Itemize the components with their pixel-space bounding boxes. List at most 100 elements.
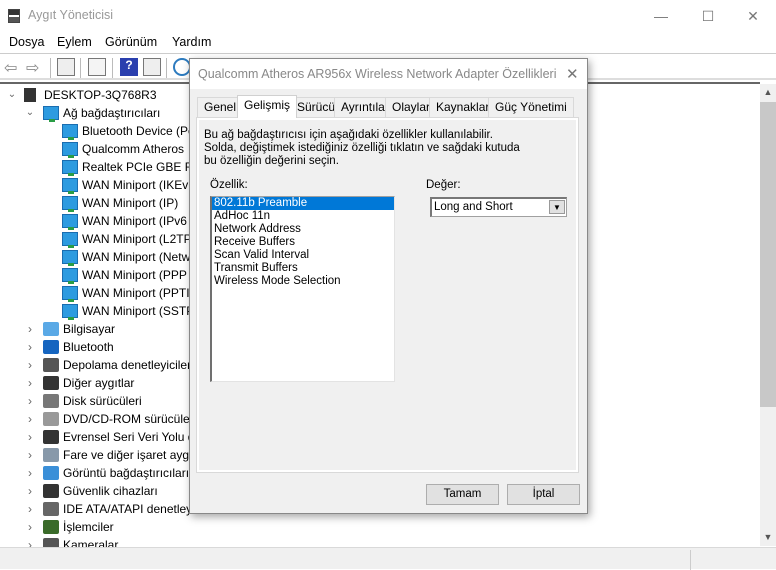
property-list-item[interactable]: 802.11b Preamble <box>212 197 394 210</box>
tree-item-device[interactable]: WAN Miniport (L2TP <box>0 230 192 248</box>
chevron-right-icon[interactable]: › <box>24 482 36 500</box>
tree-item-category[interactable]: › Fare ve diğer işaret aygıt <box>0 446 196 464</box>
close-button[interactable]: ✕ <box>730 0 776 32</box>
scrollbar-thumb[interactable] <box>760 102 776 407</box>
tree-root[interactable]: ⌄ DESKTOP-3Q768R3 <box>0 86 190 104</box>
menu-yardim[interactable]: Yardım <box>172 35 211 49</box>
title-bar: Aygıt Yöneticisi — ☐ ✕ <box>0 0 776 32</box>
scroll-up-icon[interactable]: ▲ <box>760 87 776 97</box>
chevron-right-icon[interactable]: › <box>24 338 36 356</box>
chevron-right-icon[interactable]: › <box>24 410 36 428</box>
tree-item-category[interactable]: › İşlemciler <box>0 518 190 536</box>
chevron-right-icon[interactable]: › <box>24 500 36 518</box>
tree-item-category[interactable]: › Diğer aygıtlar <box>0 374 190 392</box>
tree-item-device[interactable]: WAN Miniport (PPP <box>0 266 190 284</box>
tree-item-label: Evrensel Seri Veri Yolu de <box>63 430 202 444</box>
dialog-title: Qualcomm Atheros AR956x Wireless Network… <box>198 67 557 81</box>
value-dropdown[interactable]: Long and Short ▼ <box>430 197 567 217</box>
dialog-close-icon[interactable]: ✕ <box>566 65 579 83</box>
tree-root-label: DESKTOP-3Q768R3 <box>44 88 157 102</box>
chevron-down-icon[interactable]: ⌄ <box>6 86 18 104</box>
mouse-icon <box>43 448 59 462</box>
property-list-item[interactable]: Network Address <box>212 223 394 236</box>
chevron-right-icon[interactable]: › <box>24 518 36 536</box>
properties-icon[interactable] <box>88 58 106 76</box>
tree-item-device[interactable]: Bluetooth Device (Pe <box>0 122 195 140</box>
chevron-right-icon[interactable]: › <box>24 320 36 338</box>
tree-item-category[interactable]: › Disk sürücüleri <box>0 392 190 410</box>
tree-item-device[interactable]: WAN Miniport (Netw <box>0 248 190 266</box>
back-icon[interactable]: ⇦ <box>4 58 22 77</box>
chevron-right-icon[interactable]: › <box>24 356 36 374</box>
tree-item-category[interactable]: › Bluetooth <box>0 338 190 356</box>
property-list[interactable]: 802.11b Preamble AdHoc 11n Network Address… <box>210 196 395 382</box>
chevron-down-icon[interactable]: ⌄ <box>24 104 36 122</box>
chevron-right-icon[interactable]: › <box>24 428 36 446</box>
maximize-button[interactable]: ☐ <box>685 0 731 32</box>
chevron-down-icon[interactable]: ▼ <box>549 200 565 214</box>
menu-eylem[interactable]: Eylem <box>57 35 92 49</box>
tree-item-device[interactable]: WAN Miniport (SSTP <box>0 302 194 320</box>
tree-item-device[interactable]: Realtek PCIe GBE Far <box>0 158 203 176</box>
scroll-down-icon[interactable]: ▼ <box>760 532 776 542</box>
tree-item-category[interactable]: › Bilgisayar <box>0 320 190 338</box>
property-list-item[interactable]: Receive Buffers <box>212 236 394 249</box>
tree-item-label: WAN Miniport (L2TP <box>82 232 192 246</box>
cancel-button[interactable]: İptal <box>507 484 580 505</box>
network-adapter-icon <box>62 304 78 320</box>
chevron-right-icon[interactable]: › <box>24 374 36 392</box>
computer-icon <box>43 322 59 336</box>
tree-item-label: WAN Miniport (IPv6 <box>82 214 187 228</box>
tree-item-category[interactable]: › Güvenlik cihazları <box>0 482 190 500</box>
tree-item-label: İşlemciler <box>63 520 114 534</box>
status-divider <box>690 550 691 570</box>
chevron-right-icon[interactable]: › <box>24 446 36 464</box>
tree-item-category[interactable]: › IDE ATA/ATAPI denetley <box>0 500 192 518</box>
show-hide-console-tree-icon[interactable] <box>57 58 75 76</box>
network-adapter-icon <box>43 106 59 122</box>
network-adapter-icon <box>62 196 78 212</box>
tree-item-label: WAN Miniport (SSTP <box>82 304 195 318</box>
chevron-right-icon[interactable]: › <box>24 464 36 482</box>
device-manager-icon <box>8 9 20 23</box>
menu-dosya[interactable]: Dosya <box>9 35 44 49</box>
tree-item-category[interactable]: › DVD/CD-ROM sürücüler <box>0 410 194 428</box>
tree-item-category[interactable]: › Görüntü bağdaştırıcıları <box>0 464 190 482</box>
tree-item-label: Disk sürücüleri <box>63 394 142 408</box>
tab-guc-yonetimi[interactable]: Güç Yönetimi <box>488 97 574 117</box>
property-list-item[interactable]: Scan Valid Interval <box>212 249 394 262</box>
menu-gorunum[interactable]: Görünüm <box>105 35 157 49</box>
tree-item-device[interactable]: WAN Miniport (PPTI <box>0 284 190 302</box>
help-icon[interactable]: ? <box>120 58 138 76</box>
minimize-button[interactable]: — <box>638 0 684 32</box>
tree-item-device[interactable]: Qualcomm Atheros <box>0 140 190 158</box>
toolbar-separator <box>50 58 51 78</box>
forward-icon[interactable]: ⇨ <box>26 58 44 77</box>
chevron-right-icon[interactable]: › <box>24 392 36 410</box>
tree-item-device[interactable]: WAN Miniport (IP) <box>0 194 190 212</box>
value-dropdown-selected: Long and Short <box>434 201 513 213</box>
property-list-item[interactable]: AdHoc 11n <box>212 210 394 223</box>
ok-button[interactable]: Tamam <box>426 484 499 505</box>
disk-drive-icon <box>43 394 59 408</box>
tree-item-network-adapters[interactable]: ⌄ Ağ bağdaştırıcıları <box>0 104 190 122</box>
property-list-item[interactable]: Wireless Mode Selection <box>212 275 394 288</box>
computer-icon <box>24 88 36 102</box>
tree-item-category[interactable]: › Depolama denetleyiciler <box>0 356 191 374</box>
tab-gelismis[interactable]: Gelişmiş <box>237 95 298 118</box>
storage-controller-icon <box>43 358 59 372</box>
tree-item-device[interactable]: WAN Miniport (IKEv <box>0 176 190 194</box>
tree-item-device[interactable]: WAN Miniport (IPv6 <box>0 212 190 230</box>
tree-scrollbar[interactable]: ▲ ▼ <box>760 84 776 546</box>
tree-item-label: DVD/CD-ROM sürücüler <box>63 412 194 426</box>
tab-kaynaklar[interactable]: Kaynaklar <box>429 97 497 117</box>
menu-bar: Dosya Eylem Görünüm Yardım <box>0 32 776 52</box>
bluetooth-icon <box>43 340 59 354</box>
network-adapter-icon <box>62 142 78 158</box>
tree-item-label: Qualcomm Atheros <box>82 142 185 156</box>
status-bar <box>0 547 776 570</box>
property-list-item[interactable]: Transmit Buffers <box>212 262 394 275</box>
dialog-title-bar: Qualcomm Atheros AR956x Wireless Network… <box>190 59 587 89</box>
action-pane-icon[interactable] <box>143 58 161 76</box>
tree-item-category[interactable]: › Evrensel Seri Veri Yolu de <box>0 428 201 446</box>
